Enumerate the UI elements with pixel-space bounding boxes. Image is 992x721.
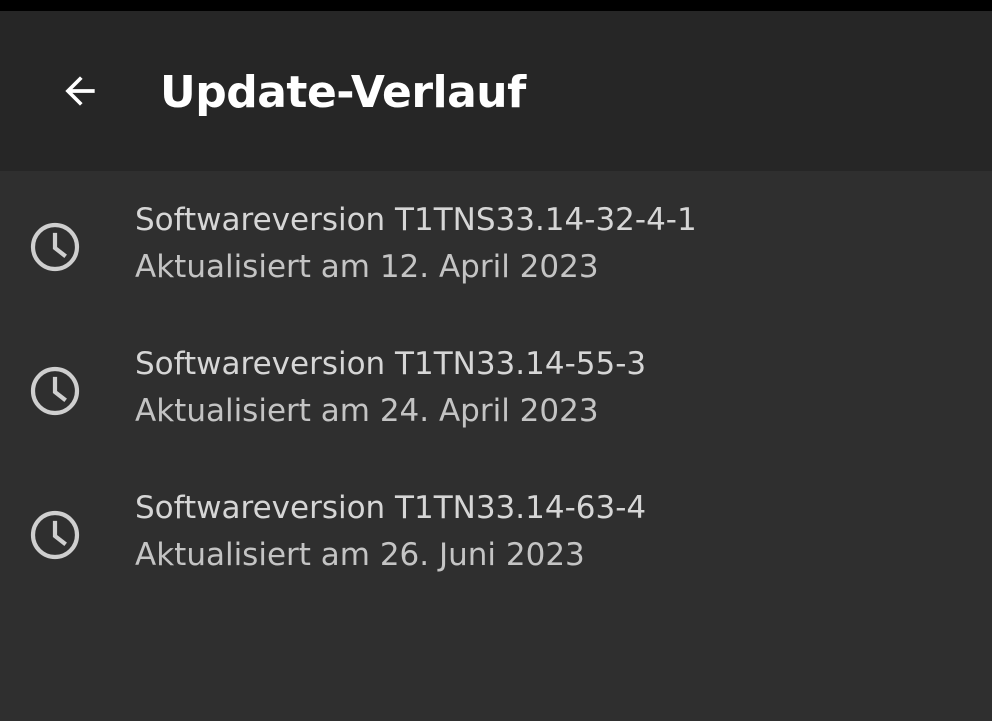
update-date: Aktualisiert am 26. Juni 2023 (135, 537, 585, 573)
clock-icon (30, 366, 80, 416)
update-history-list: Softwareversion T1TNS33.14-32-4-1 Aktual… (0, 171, 992, 603)
status-bar (0, 0, 992, 11)
clock-icon (30, 222, 80, 272)
software-version: Softwareversion T1TN33.14-63-4 (135, 490, 647, 526)
clock-icon (30, 510, 80, 560)
arrow-back-icon (65, 76, 95, 106)
list-item[interactable]: Softwareversion T1TN33.14-63-4 Aktualisi… (0, 459, 992, 603)
software-version: Softwareversion T1TN33.14-55-3 (135, 346, 647, 382)
app-bar: Update-Verlauf (0, 11, 992, 171)
list-item[interactable]: Softwareversion T1TNS33.14-32-4-1 Aktual… (0, 171, 992, 315)
page-title: Update-Verlauf (160, 67, 526, 118)
software-version: Softwareversion T1TNS33.14-32-4-1 (135, 202, 697, 238)
update-date: Aktualisiert am 12. April 2023 (135, 249, 599, 285)
list-item[interactable]: Softwareversion T1TN33.14-55-3 Aktualisi… (0, 315, 992, 459)
back-button[interactable] (40, 51, 120, 131)
update-date: Aktualisiert am 24. April 2023 (135, 393, 599, 429)
